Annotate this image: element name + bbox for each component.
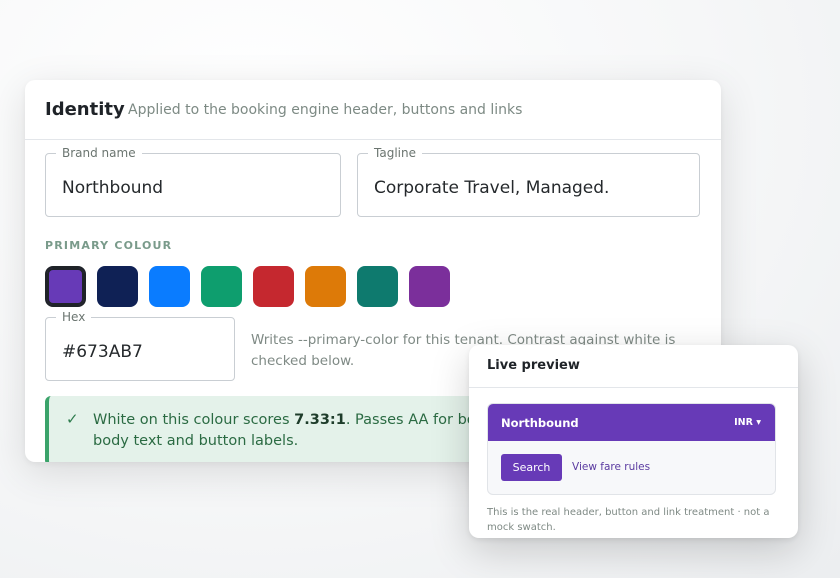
colour-swatch[interactable] [253, 266, 294, 307]
colour-swatches [45, 266, 450, 307]
check-icon: ✓ [66, 410, 79, 428]
mock-brand-name: Northbound [501, 416, 579, 430]
colour-swatch[interactable] [201, 266, 242, 307]
tagline-input[interactable]: Corporate Travel, Managed. [374, 178, 609, 198]
colour-swatch[interactable] [45, 266, 86, 307]
contrast-ratio: 7.33:1 [294, 412, 346, 428]
live-preview-header: Live preview [469, 345, 798, 388]
tagline-field[interactable]: Tagline Corporate Travel, Managed. [357, 146, 700, 217]
live-preview-title: Live preview [487, 358, 580, 373]
brand-name-label: Brand name [56, 146, 142, 160]
colour-swatch[interactable] [305, 266, 346, 307]
primary-colour-label: PRIMARY COLOUR [45, 239, 173, 252]
card-subtitle: Applied to the booking engine header, bu… [128, 102, 523, 118]
booking-engine-mock: Northbound INR ▾ Search View fare rules [487, 403, 776, 495]
colour-swatch[interactable] [97, 266, 138, 307]
view-fare-rules-link[interactable]: View fare rules [572, 461, 650, 473]
card-title: Identity [45, 99, 125, 120]
colour-swatch[interactable] [409, 266, 450, 307]
brand-name-input[interactable]: Northbound [62, 178, 163, 198]
colour-swatch[interactable] [357, 266, 398, 307]
tagline-label: Tagline [368, 146, 422, 160]
hex-input[interactable]: #673AB7 [62, 342, 143, 362]
hex-field[interactable]: Hex #673AB7 [45, 310, 235, 381]
live-preview-card: Live preview Northbound INR ▾ Search Vie… [469, 345, 798, 538]
contrast-prefix: White on this colour scores [93, 412, 295, 428]
brand-name-field[interactable]: Brand name Northbound [45, 146, 341, 217]
preview-note: This is the real header, button and link… [487, 507, 770, 533]
hex-label: Hex [56, 310, 92, 324]
search-button[interactable]: Search [501, 454, 562, 481]
colour-swatch[interactable] [149, 266, 190, 307]
identity-card-header: Identity Applied to the booking engine h… [25, 80, 721, 140]
contrast-message: White on this colour scores 7.33:1. Pass… [93, 410, 493, 452]
mock-header: Northbound INR ▾ [488, 404, 775, 441]
currency-dropdown[interactable]: INR ▾ [734, 417, 761, 428]
